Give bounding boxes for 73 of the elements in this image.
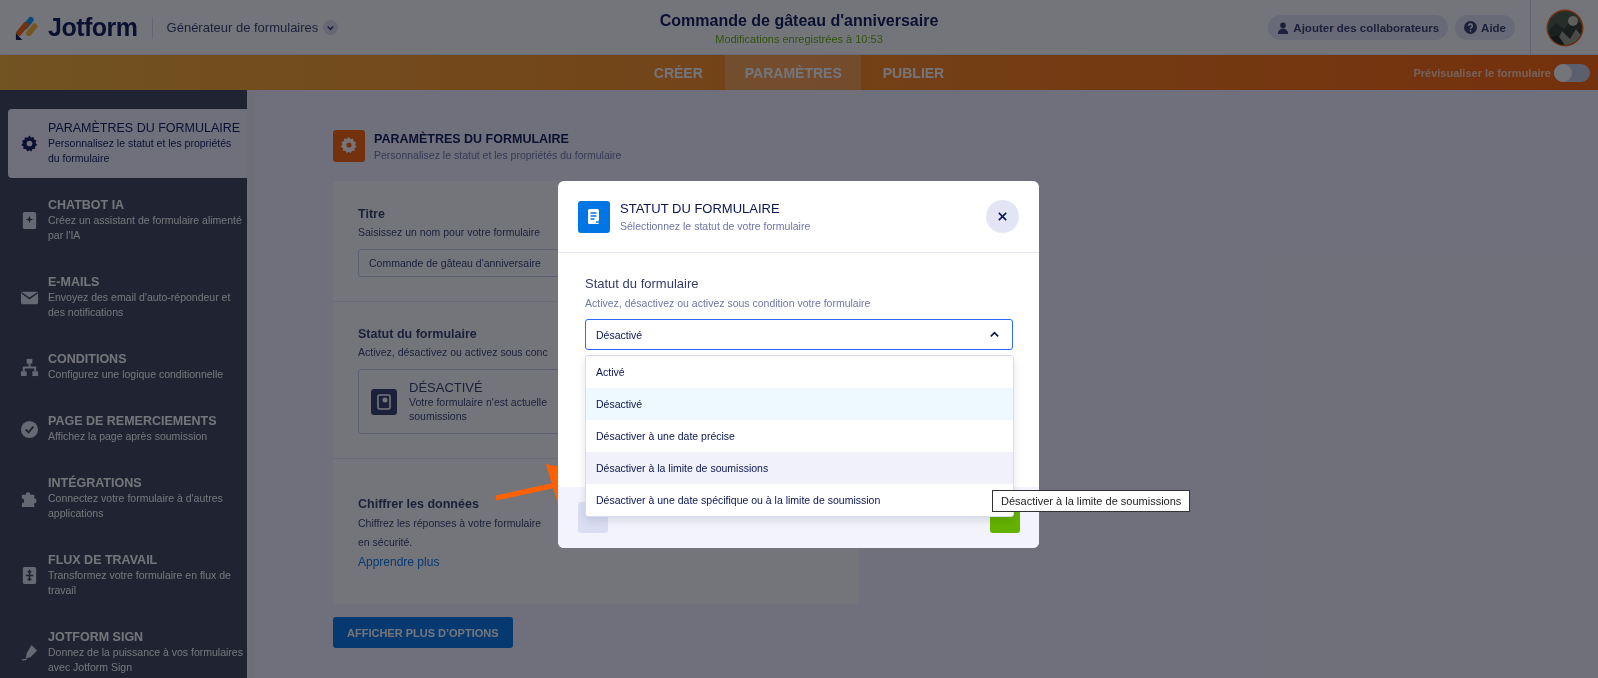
tooltip: Désactiver à la limite de soumissions [992, 490, 1191, 512]
sidebar-item-description: Donnez de la puissance à vos formulaires avec Jotform Sign [48, 645, 244, 675]
field-hint: Activez, désactivez ou activez sous condition votre formulaire [585, 297, 872, 309]
sidebar-item-title: E-MAILS [48, 275, 101, 289]
sidebar-item[interactable]: PAGE DE REMERCIEMENTS Affichez la page après soumission [8, 402, 247, 456]
builder-menu[interactable]: Générateur de formulaires [166, 20, 339, 35]
sidebar-item[interactable]: JOTFORM SIGN Donnez de la puissance à vos formulaires avec Jotform Sign [8, 618, 247, 678]
sidebar-item-title: FLUX DE TRAVAIL [48, 553, 159, 567]
dialog-title: STATUT DU FORMULAIRE [620, 201, 781, 216]
save-status: Modifications enregistrées à 10:53 [714, 33, 884, 45]
section-title: Chiffrer les données [358, 497, 479, 511]
sidebar-item-title: INTÉGRATIONS [48, 476, 143, 490]
document-icon [578, 200, 610, 233]
status-description: Votre formulaire n'est actuelle [409, 395, 547, 409]
section-title: Titre [358, 207, 385, 221]
logo-icon[interactable] [14, 14, 40, 41]
check-circle-icon [20, 419, 39, 439]
sidebar-item-description: Connectez votre formulaire à d'autres applications [48, 491, 224, 521]
status-dropdown[interactable]: Désactivé [585, 319, 1013, 350]
section-hint: Chiffrez les réponses à votre formulaire [358, 516, 542, 531]
section-hint: en sécurité. [358, 535, 413, 550]
pen-icon [20, 643, 39, 662]
hierarchy-icon [20, 357, 39, 377]
close-button[interactable] [986, 200, 1019, 233]
status-title: DÉSACTIVÉ [409, 380, 484, 395]
sparkle-icon [20, 211, 39, 230]
help-button[interactable]: Aide [1455, 15, 1515, 40]
puzzle-icon [20, 489, 39, 508]
dropdown-option[interactable]: Activé [586, 356, 1013, 388]
sidebar-item-title: JOTFORM SIGN [48, 630, 145, 644]
sidebar-item[interactable]: FLUX DE TRAVAIL Transformez votre formulaire en flux de travail [8, 541, 247, 610]
caret-icon [323, 20, 339, 35]
form-status-icon [371, 388, 397, 415]
dropdown-option[interactable]: Désactiver à la limite de soumissions [586, 452, 1013, 484]
sidebar-item[interactable]: PARAMÈTRES DU FORMULAIRE Personnalisez le statut et les propriétés du formulaire [8, 109, 247, 178]
status-description: soumissions [409, 409, 468, 423]
dialog-subtitle: Sélectionnez le statut de votre formulaire [620, 220, 812, 232]
sidebar-item-description: Affichez la page après soumission [48, 429, 209, 444]
section-hint: Saisissez un nom pour votre formulaire [358, 226, 541, 238]
person-icon [1277, 21, 1290, 34]
section-title: Statut du formulaire [358, 327, 477, 341]
sidebar-item-description: Envoyez des email d'auto-répondeur et des notifications [48, 290, 232, 320]
tab[interactable]: PUBLIER [860, 55, 967, 90]
dropdown-option[interactable]: Désactiver à une date précise [586, 420, 1013, 452]
sidebar-item-title: PARAMÈTRES DU FORMULAIRE [48, 121, 242, 135]
form-title: Commande de gâteau d'anniversaire [659, 12, 939, 30]
chevron-icon [989, 329, 1000, 340]
sidebar-item-description: Transformez votre formulaire en flux de travail [48, 568, 232, 598]
sidebar-item[interactable]: INTÉGRATIONS Connectez votre formulaire à d'autres applications [8, 464, 247, 533]
gear-icon [20, 134, 39, 153]
sidebar-item-description: Personnalisez le statut et les propriétés du formulaire [48, 136, 233, 166]
sidebar-item-description: Créez un assistant de formulaire alimenté par l'IA [48, 213, 243, 243]
preview-toggle[interactable] [1554, 63, 1590, 82]
learn-more-link[interactable]: Apprendre plus [358, 555, 440, 569]
collaborators-button[interactable]: Ajouter des collaborateurs [1268, 15, 1449, 40]
sidebar-item-description: Configurez une logique conditionnelle [48, 367, 224, 382]
brand-name[interactable]: Jotform [48, 13, 138, 42]
sidebar-item[interactable]: CHATBOT IA Créez un assistant de formulaire alimenté par l'IA [8, 186, 247, 255]
field-label: Statut du formulaire [585, 276, 700, 291]
sidebar-item-title: PAGE DE REMERCIEMENTS [48, 414, 217, 428]
more-options-button[interactable]: AFFICHER PLUS D’OPTIONS [333, 617, 513, 648]
help-icon [1464, 21, 1478, 34]
close-icon [997, 211, 1008, 222]
page-title: PARAMÈTRES DU FORMULAIRE [374, 131, 570, 146]
sidebar-item-title: CONDITIONS [48, 352, 128, 366]
sidebar-item[interactable]: CONDITIONS Configurez une logique conditionnelle [8, 340, 247, 394]
sidebar-item[interactable]: E-MAILS Envoyez des email d'auto-répondeur et des notifications [8, 263, 247, 332]
preview-label: Prévisualiser le formulaire [1413, 66, 1551, 79]
sidebar-item-title: CHATBOT IA [48, 198, 126, 212]
section-hint: Activez, désactivez ou activez sous conc [358, 346, 548, 358]
dropdown-option[interactable]: Désactivé [586, 388, 1013, 420]
flow-icon [20, 566, 39, 585]
gear-icon [333, 130, 365, 162]
